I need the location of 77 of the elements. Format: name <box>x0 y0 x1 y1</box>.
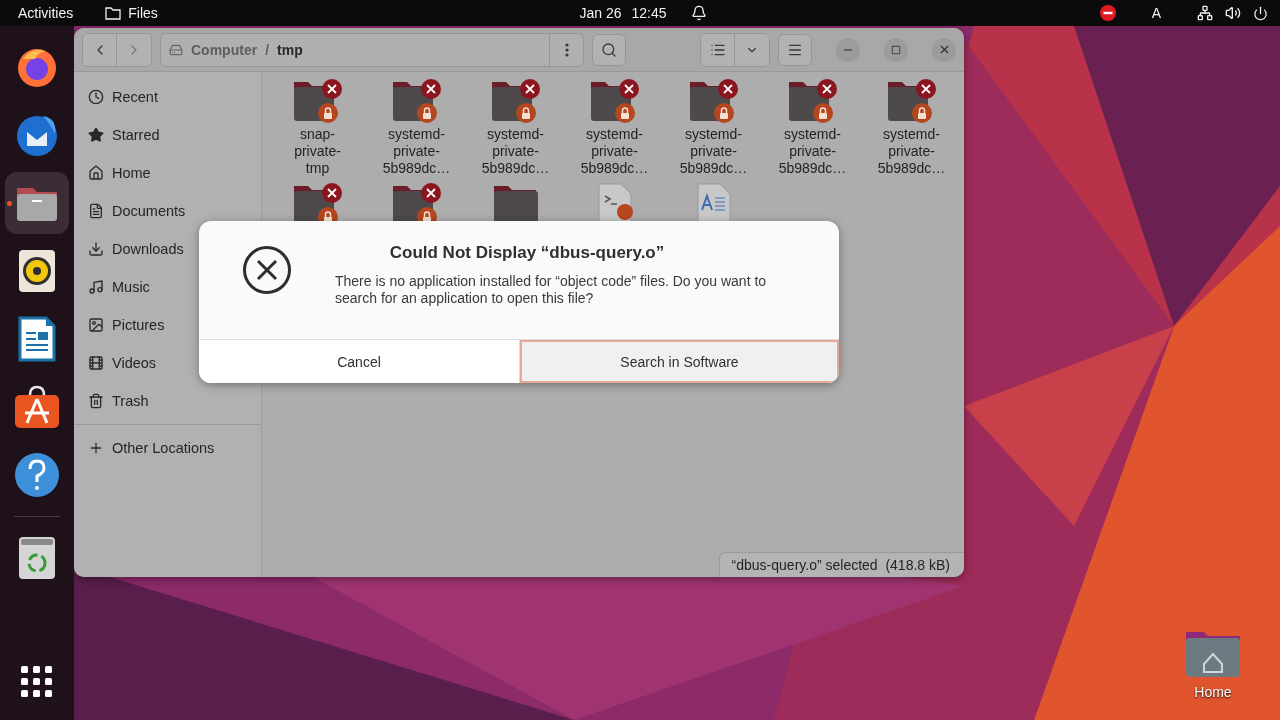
file-name[interactable]: systemd- private- 5b989dc… <box>877 126 946 177</box>
dialog-message: There is no application installed for “object code” files. Do you want to search for an application to open this file? <box>335 273 768 307</box>
sidebar-label: Music <box>112 279 150 295</box>
search-button[interactable] <box>592 33 626 66</box>
locked-folder-icon <box>885 78 938 124</box>
path-bar[interactable]: Computer / tmp <box>160 32 584 67</box>
locked-folder-icon <box>786 78 839 124</box>
more-icon <box>564 42 569 57</box>
notification-bell-icon[interactable] <box>690 5 707 21</box>
folder-icon <box>105 6 122 20</box>
sidebar-item[interactable]: Starred <box>74 116 261 154</box>
locked-folder-icon <box>291 78 344 124</box>
sidebar-label: Pictures <box>112 317 165 333</box>
download-icon <box>88 241 104 257</box>
help-icon <box>14 452 60 498</box>
sidebar-item[interactable]: Trash <box>74 382 261 420</box>
volume-icon[interactable] <box>1225 5 1241 21</box>
sidebar-item[interactable]: Recent <box>74 78 261 116</box>
locked-folder-icon <box>687 78 740 124</box>
file-name[interactable]: systemd- private- 5b989dc… <box>778 126 847 177</box>
music-icon <box>88 279 104 295</box>
star-icon <box>88 127 104 143</box>
desktop-icon-label[interactable]: Home <box>1194 684 1232 700</box>
dialog-title: Could Not Display “dbus-query.o” <box>389 243 665 263</box>
path-segment[interactable]: tmp <box>277 41 303 58</box>
do-not-disturb-icon[interactable] <box>1099 5 1116 21</box>
file-name[interactable]: systemd- private- 5b989dc… <box>481 126 550 177</box>
search-icon <box>601 41 617 58</box>
shopping-bag-icon <box>14 385 60 429</box>
image-icon <box>88 317 104 333</box>
home-icon <box>88 165 104 181</box>
dialog-button[interactable]: Search in Software <box>519 340 839 383</box>
film-icon <box>88 355 104 371</box>
power-icon[interactable] <box>1253 5 1268 21</box>
sidebar-label: Trash <box>112 393 149 409</box>
app-menu[interactable]: Files <box>105 5 158 21</box>
dock-item[interactable] <box>5 172 69 234</box>
list-view-button[interactable] <box>701 33 735 66</box>
file-name[interactable]: snap- private- tmp <box>294 126 341 177</box>
close-button[interactable] <box>932 37 956 62</box>
running-indicator <box>7 201 12 206</box>
status-text: “dbus-query.o” selected (418.8 kB) <box>718 552 964 577</box>
activities-button[interactable]: Activities <box>18 5 74 21</box>
sidebar-label: Documents <box>112 203 186 219</box>
sidebar-label: Recent <box>112 89 158 105</box>
file-name[interactable]: systemd- private- 5b989dc… <box>382 126 451 177</box>
file-name[interactable]: systemd- private- 5b989dc… <box>679 126 748 177</box>
trash-icon <box>88 393 104 409</box>
locked-folder-icon <box>588 78 641 124</box>
main-menu-button[interactable] <box>778 33 812 66</box>
network-icon[interactable] <box>1197 5 1213 21</box>
sidebar-item[interactable]: Other Locations <box>74 429 261 467</box>
speaker-icon <box>18 249 56 293</box>
maximize-button[interactable] <box>884 37 908 62</box>
clock-time[interactable]: 12:45 <box>631 5 667 21</box>
app-grid-icon[interactable] <box>21 666 53 698</box>
sidebar-label: Starred <box>112 127 160 143</box>
sidebar-item[interactable]: Documents <box>74 192 261 230</box>
maximize-icon <box>891 44 901 55</box>
locked-folder-icon <box>489 78 542 124</box>
sidebar-label: Other Locations <box>112 440 215 456</box>
document-icon <box>88 203 104 219</box>
sidebar-item[interactable]: Home <box>74 154 261 192</box>
dialog-button[interactable]: Cancel <box>199 340 519 383</box>
document-icon <box>18 316 56 362</box>
keyboard-layout[interactable]: A <box>1151 5 1161 21</box>
clock-date[interactable]: Jan 26 <box>579 5 622 21</box>
sidebar-label: Videos <box>112 355 157 371</box>
sidebar-label: Home <box>112 165 151 181</box>
clock-icon <box>88 89 104 105</box>
plus-icon <box>88 440 104 456</box>
error-icon <box>242 245 292 295</box>
trash-icon <box>18 536 56 580</box>
sidebar-label: Downloads <box>112 241 184 257</box>
file-name[interactable]: systemd- private- 5b989dc… <box>580 126 649 177</box>
folder-icon[interactable] <box>1184 630 1242 678</box>
locked-folder-icon <box>390 78 443 124</box>
